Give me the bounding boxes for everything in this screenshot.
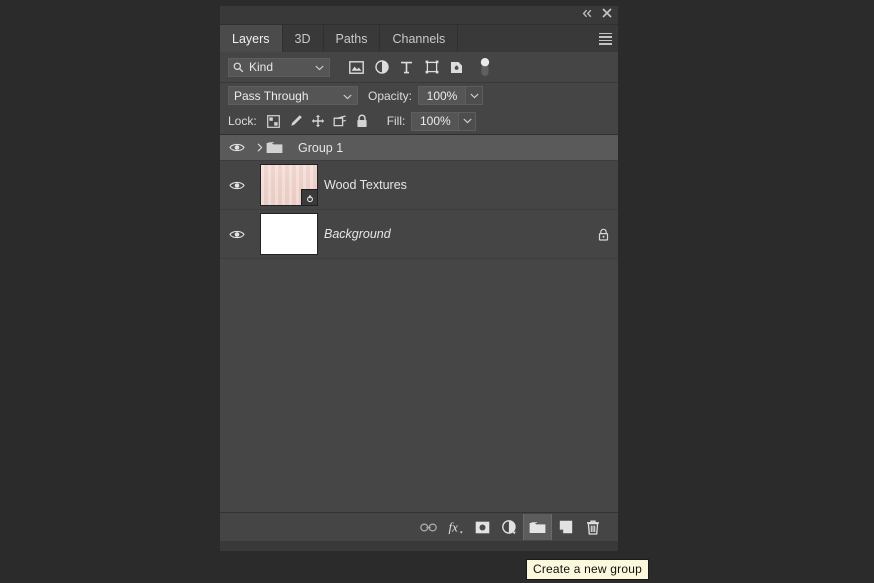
opacity-label: Opacity: bbox=[368, 88, 413, 103]
tab-layers-label: Layers bbox=[232, 31, 270, 46]
layer-thumbnail bbox=[260, 164, 318, 206]
chevron-down-icon bbox=[315, 60, 324, 74]
lock-icon bbox=[588, 228, 618, 241]
filter-type-buttons bbox=[344, 56, 469, 78]
blend-mode-select[interactable]: Pass Through bbox=[228, 86, 358, 105]
filter-smart-object-layers-icon[interactable] bbox=[444, 56, 469, 78]
layer-style-button[interactable]: fx bbox=[442, 514, 469, 540]
lock-artboard-nesting-icon[interactable] bbox=[329, 111, 351, 131]
opacity-stepper[interactable] bbox=[466, 86, 484, 105]
table-row[interactable]: Group 1 bbox=[220, 135, 618, 161]
panel-tab-strip: Layers 3D Paths Channels bbox=[220, 25, 618, 52]
layer-filter-row: Kind bbox=[220, 52, 618, 83]
table-row[interactable]: Wood Textures bbox=[220, 161, 618, 210]
table-row[interactable]: Background bbox=[220, 210, 618, 259]
filter-kind-select[interactable]: Kind bbox=[228, 57, 330, 77]
new-fill-adjustment-layer-button[interactable] bbox=[496, 514, 523, 540]
filter-adjustment-layers-icon[interactable] bbox=[369, 56, 394, 78]
layer-visibility-toggle[interactable] bbox=[220, 180, 254, 191]
fill-stepper[interactable] bbox=[459, 111, 477, 131]
titlebar-buttons bbox=[582, 8, 612, 18]
add-layer-mask-button[interactable] bbox=[469, 514, 496, 540]
delete-layer-button[interactable] bbox=[579, 514, 606, 540]
layer-name: Background bbox=[324, 227, 391, 241]
filter-toggle-switch-icon[interactable] bbox=[477, 56, 493, 78]
svg-text:fx: fx bbox=[448, 520, 458, 535]
lock-transparent-pixels-icon[interactable] bbox=[263, 111, 285, 131]
layer-name: Group 1 bbox=[298, 140, 344, 155]
layer-thumbnail bbox=[260, 213, 318, 255]
layer-list[interactable]: Group 1 Wood Textures Background bbox=[220, 135, 618, 512]
lock-all-icon[interactable] bbox=[351, 111, 373, 131]
smart-object-badge-icon bbox=[301, 189, 317, 205]
tooltip: Create a new group bbox=[526, 559, 649, 580]
blend-mode-value: Pass Through bbox=[234, 88, 309, 103]
tab-strip-filler bbox=[458, 25, 592, 52]
chevron-down-icon bbox=[343, 89, 352, 103]
tab-channels-label: Channels bbox=[392, 31, 446, 46]
layer-visibility-toggle[interactable] bbox=[220, 142, 254, 153]
create-new-group-button[interactable] bbox=[523, 514, 552, 540]
filter-shape-layers-icon[interactable] bbox=[419, 56, 444, 78]
lock-position-icon[interactable] bbox=[307, 111, 329, 131]
layer-thumbnail-cell[interactable] bbox=[254, 213, 324, 255]
tooltip-label: Create a new group bbox=[533, 562, 642, 576]
fill-label: Fill: bbox=[386, 114, 406, 128]
hamburger-icon bbox=[598, 31, 612, 47]
close-icon[interactable] bbox=[602, 8, 612, 18]
search-icon bbox=[233, 62, 244, 73]
tab-paths-label: Paths bbox=[335, 31, 368, 46]
create-new-layer-button[interactable] bbox=[552, 514, 579, 540]
layer-thumbnail-cell[interactable] bbox=[254, 164, 324, 206]
opacity-value: 100% bbox=[426, 88, 458, 103]
lock-row: Lock: Fill: 100% bbox=[220, 108, 618, 135]
collapse-panel-icon[interactable] bbox=[582, 9, 593, 18]
chevron-right-icon[interactable] bbox=[254, 143, 266, 152]
panel-menu-icon[interactable] bbox=[592, 25, 618, 52]
tab-layers[interactable]: Layers bbox=[220, 25, 283, 52]
filter-kind-label: Kind bbox=[249, 60, 274, 74]
link-layers-button[interactable] bbox=[415, 514, 442, 540]
panel-titlebar bbox=[220, 6, 618, 25]
filter-pixel-layers-icon[interactable] bbox=[344, 56, 369, 78]
lock-image-pixels-icon[interactable] bbox=[285, 111, 307, 131]
panel-footer bbox=[220, 541, 618, 551]
layers-bottom-toolbar: fx bbox=[220, 512, 618, 541]
blend-mode-row: Pass Through Opacity: 100% bbox=[220, 83, 618, 108]
layer-visibility-toggle[interactable] bbox=[220, 229, 254, 240]
folder-icon bbox=[266, 141, 292, 154]
fill-input[interactable]: 100% bbox=[411, 111, 460, 131]
tab-channels[interactable]: Channels bbox=[380, 25, 459, 52]
fill-value: 100% bbox=[420, 114, 451, 128]
filter-type-layers-icon[interactable] bbox=[394, 56, 419, 78]
tab-paths[interactable]: Paths bbox=[323, 25, 381, 52]
tab-3d-label: 3D bbox=[294, 31, 311, 46]
layers-panel: Layers 3D Paths Channels Kind Pass Throu… bbox=[220, 6, 618, 551]
tab-3d[interactable]: 3D bbox=[282, 25, 324, 52]
lock-label: Lock: bbox=[228, 114, 257, 128]
layer-name: Wood Textures bbox=[324, 178, 407, 192]
opacity-input[interactable]: 100% bbox=[418, 86, 467, 105]
